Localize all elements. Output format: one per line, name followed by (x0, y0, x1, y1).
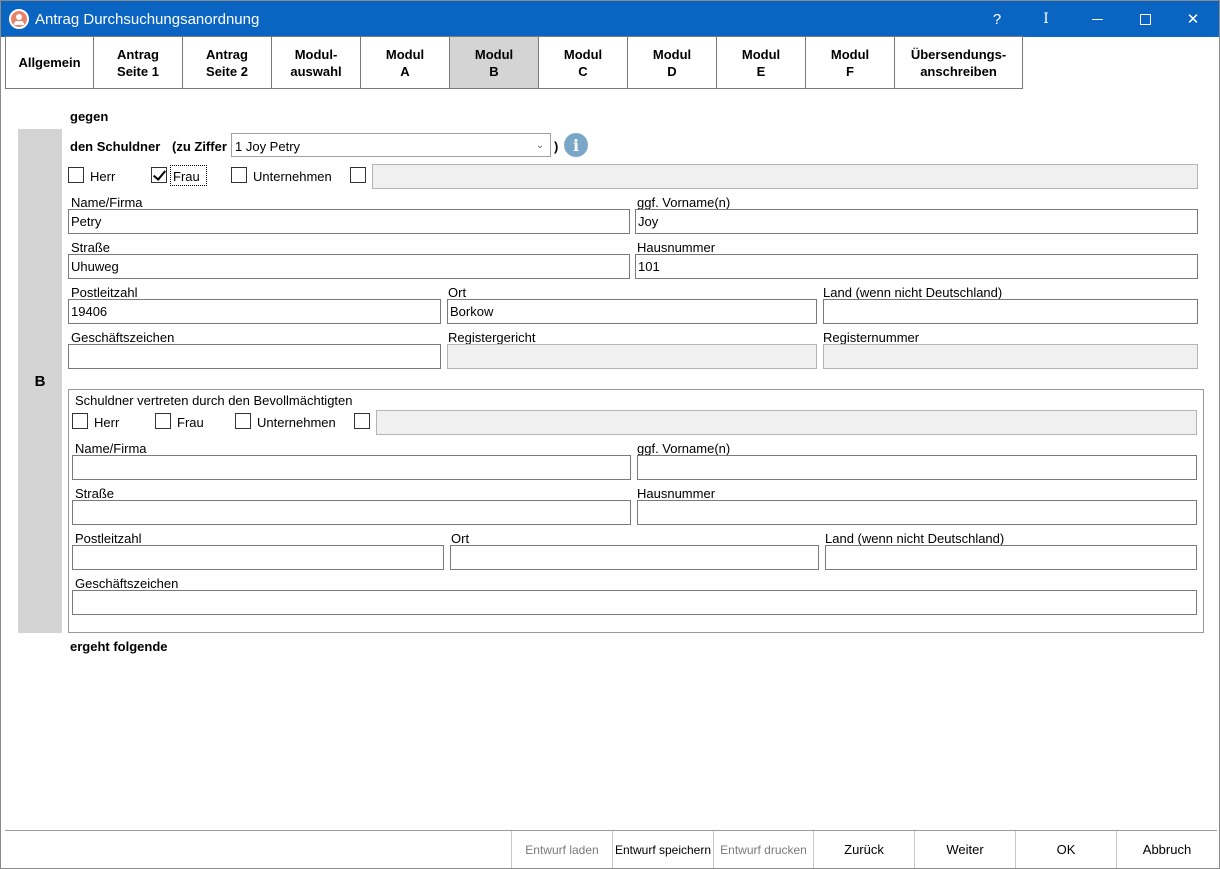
debtor-name-field[interactable]: Petry (68, 209, 630, 234)
debtor-vorname-label: ggf. Vorname(n) (637, 195, 731, 210)
rep-land-field[interactable] (825, 545, 1197, 570)
title-bar: Antrag Durchsuchungsanordnung ? I ✕ (1, 1, 1219, 37)
tab-modul-e[interactable]: Modul E (717, 36, 806, 89)
ziffer-close-paren: ) (554, 139, 559, 154)
debtor-herr-label: Herr (90, 169, 116, 184)
dialog-window: Antrag Durchsuchungsanordnung ? I ✕ Allg… (0, 0, 1220, 869)
rep-unternehmen-label: Unternehmen (257, 415, 336, 430)
rep-other-checkbox[interactable] (354, 413, 370, 429)
debtor-land-field[interactable] (823, 299, 1198, 324)
debtor-frau-label: Frau (173, 169, 200, 184)
rep-land-label: Land (wenn nicht Deutschland) (825, 531, 1005, 546)
debtor-ort-field[interactable]: Borkow (447, 299, 817, 324)
debtor-ort-label: Ort (448, 285, 467, 300)
representative-title: Schuldner vertreten durch den Bevollmäch… (75, 393, 353, 408)
rep-name-field[interactable] (72, 455, 631, 480)
rep-vorname-label: ggf. Vorname(n) (637, 441, 731, 456)
ziffer-select[interactable]: 1 Joy Petry ⌄ (231, 133, 551, 157)
schuldner-label: den Schuldner (70, 139, 161, 154)
debtor-strasse-field[interactable]: Uhuweg (68, 254, 630, 279)
close-button[interactable]: ✕ (1169, 1, 1217, 37)
tab-allgemein[interactable]: Allgemein (5, 36, 94, 89)
rep-strasse-field[interactable] (72, 500, 631, 525)
rep-ort-field[interactable] (450, 545, 819, 570)
debtor-gz-field[interactable] (68, 344, 441, 369)
window-title: Antrag Durchsuchungsanordnung (35, 11, 260, 28)
debtor-frau-checkbox[interactable] (151, 167, 167, 183)
debtor-name-label: Name/Firma (71, 195, 143, 210)
debtor-vorname-field[interactable]: Joy (635, 209, 1198, 234)
gegen-label: gegen (70, 109, 109, 124)
ergeht-folgende-label: ergeht folgende (70, 639, 168, 654)
entwurf-laden-button[interactable]: Entwurf laden (511, 831, 612, 868)
debtor-herr-checkbox[interactable] (68, 167, 84, 183)
rep-strasse-label: Straße (75, 486, 115, 501)
weiter-button[interactable]: Weiter (914, 831, 1015, 868)
abbruch-button[interactable]: Abbruch (1116, 831, 1217, 868)
debtor-hausnr-field[interactable]: 101 (635, 254, 1198, 279)
tab-modulauswahl[interactable]: Modul- auswahl (272, 36, 361, 89)
tab-modul-d[interactable]: Modul D (628, 36, 717, 89)
tab-uebersendungsanschreiben[interactable]: Übersendungs- anschreiben (895, 36, 1023, 89)
debtor-registernummer-label: Registernummer (823, 330, 920, 345)
info-icon[interactable]: i (564, 133, 588, 157)
rep-hausnr-field[interactable] (637, 500, 1197, 525)
close-icon: ✕ (1186, 11, 1200, 28)
debtor-strasse-label: Straße (71, 240, 111, 255)
rep-plz-field[interactable] (72, 545, 444, 570)
debtor-unternehmen-checkbox[interactable] (231, 167, 247, 183)
tab-modul-c[interactable]: Modul C (539, 36, 628, 89)
debtor-plz-field[interactable]: 19406 (68, 299, 441, 324)
rep-name-label: Name/Firma (75, 441, 147, 456)
rep-ort-label: Ort (451, 531, 470, 546)
app-person-icon (9, 9, 29, 29)
maximize-icon (1139, 13, 1151, 25)
entwurf-speichern-button[interactable]: Entwurf speichern (612, 831, 713, 868)
minimize-icon (1091, 18, 1103, 20)
tab-modul-b[interactable]: Modul B (450, 36, 539, 89)
text-cursor-icon: I (1043, 11, 1049, 27)
rep-hausnr-label: Hausnummer (637, 486, 716, 501)
debtor-registergericht-label: Registergericht (448, 330, 536, 345)
debtor-other-field (372, 164, 1198, 189)
debtor-hausnr-label: Hausnummer (637, 240, 716, 255)
zurueck-button[interactable]: Zurück (813, 831, 914, 868)
debtor-plz-label: Postleitzahl (71, 285, 138, 300)
rep-herr-checkbox[interactable] (72, 413, 88, 429)
ziffer-select-value: 1 Joy Petry (235, 139, 301, 154)
rep-unternehmen-checkbox[interactable] (235, 413, 251, 429)
tab-antrag-seite-1[interactable]: Antrag Seite 1 (94, 36, 183, 89)
chevron-down-icon[interactable]: ⌄ (530, 134, 550, 156)
rep-plz-label: Postleitzahl (75, 531, 142, 546)
minimize-button[interactable] (1073, 1, 1121, 37)
tab-modul-f[interactable]: Modul F (806, 36, 895, 89)
help-button[interactable]: ? (973, 1, 1021, 37)
debtor-unternehmen-label: Unternehmen (253, 169, 332, 184)
debtor-land-label: Land (wenn nicht Deutschland) (823, 285, 1003, 300)
rep-frau-label: Frau (177, 415, 204, 430)
maximize-button[interactable] (1121, 1, 1169, 37)
debtor-other-checkbox[interactable] (350, 167, 366, 183)
debtor-gz-label: Geschäftszeichen (71, 330, 175, 345)
rep-vorname-field[interactable] (637, 455, 1197, 480)
debtor-registernummer-field (823, 344, 1198, 369)
debtor-registergericht-field (447, 344, 817, 369)
ok-button[interactable]: OK (1015, 831, 1116, 868)
rep-gz-label: Geschäftszeichen (75, 576, 179, 591)
section-letter: B (34, 372, 46, 390)
rep-frau-checkbox[interactable] (155, 413, 171, 429)
ziffer-label: (zu Ziffer (172, 139, 227, 154)
tab-strip: Allgemein Antrag Seite 1 Antrag Seite 2 … (5, 36, 1023, 89)
tab-modul-a[interactable]: Modul A (361, 36, 450, 89)
rep-gz-field[interactable] (72, 590, 1197, 615)
rep-other-field (376, 410, 1197, 435)
section-side-bar: B (18, 129, 62, 633)
tab-antrag-seite-2[interactable]: Antrag Seite 2 (183, 36, 272, 89)
question-mark-icon: ? (992, 10, 1002, 28)
rep-herr-label: Herr (94, 415, 120, 430)
entwurf-drucken-button[interactable]: Entwurf drucken (713, 831, 813, 868)
